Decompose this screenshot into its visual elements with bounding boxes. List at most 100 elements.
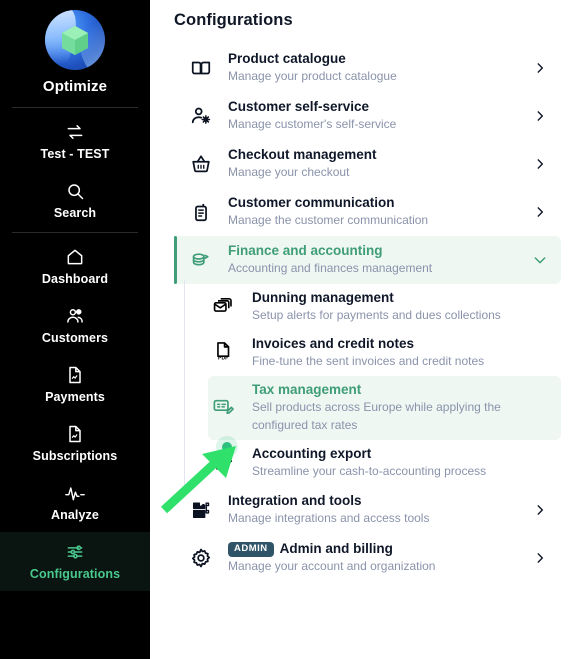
chevron-down-icon[interactable] xyxy=(529,252,551,268)
chevron-right-icon[interactable] xyxy=(529,61,551,75)
row-subtitle: Manage the customer communication xyxy=(228,213,429,227)
config-row-customer-communication[interactable]: Customer communication Manage the custom… xyxy=(174,188,561,236)
users-icon xyxy=(65,306,85,326)
chevron-right-icon[interactable] xyxy=(529,551,551,565)
sidebar-item-label: Analyze xyxy=(51,508,99,522)
row-subtitle: Manage your account and organization xyxy=(228,559,436,573)
config-row-finance-and-accounting[interactable]: Finance and accounting Accounting and fi… xyxy=(174,236,561,284)
user-gear-icon xyxy=(186,105,216,127)
coins-icon xyxy=(186,249,216,271)
row-title: Accounting export xyxy=(252,446,372,461)
config-row-product-catalogue[interactable]: Product catalogue Manage your product ca… xyxy=(174,44,561,92)
row-text: Dunning management Setup alerts for paym… xyxy=(242,290,551,324)
row-title: Integration and tools xyxy=(228,493,362,508)
row-subtitle: Manage customer's self-service xyxy=(228,117,397,131)
row-text: Accounting export Streamline your cash-t… xyxy=(242,446,551,480)
row-title: Customer communication xyxy=(228,195,395,210)
sidebar-item-label: Configurations xyxy=(29,567,121,581)
row-text: Integration and tools Manage integration… xyxy=(216,493,529,527)
basket-icon xyxy=(186,153,216,175)
finance-sub-list: Dunning management Setup alerts for paym… xyxy=(184,280,561,486)
config-subrow-tax-management[interactable]: Tax management Sell products across Euro… xyxy=(208,376,561,440)
sidebar-item-label: Payments xyxy=(45,390,105,404)
row-subtitle: Accounting and finances management xyxy=(228,261,433,275)
sidebar-divider-2 xyxy=(12,232,138,233)
row-subtitle: Setup alerts for payments and dues colle… xyxy=(252,308,501,322)
brand-name: Optimize xyxy=(42,78,108,95)
radio-icon xyxy=(186,201,216,223)
row-subtitle: Streamline your cash-to-accounting proce… xyxy=(252,464,487,478)
chevron-right-icon[interactable] xyxy=(529,503,551,517)
sidebar-item-label: Test - TEST xyxy=(40,147,110,161)
row-title: Tax management xyxy=(252,382,362,397)
sidebar-item-label: Subscriptions xyxy=(32,449,118,463)
pulse-icon xyxy=(64,483,86,503)
config-subrow-invoices-and-credit-notes[interactable]: PDF Invoices and credit notes Fine-tune … xyxy=(208,330,561,376)
chevron-right-icon[interactable] xyxy=(529,109,551,123)
config-subrow-accounting-export[interactable]: Accounting export Streamline your cash-t… xyxy=(208,440,561,486)
row-title: Invoices and credit notes xyxy=(252,336,415,351)
row-text: ADMIN Admin and billing Manage your acco… xyxy=(216,541,529,575)
sidebar-item-subscriptions[interactable]: Subscriptions xyxy=(0,414,150,473)
sidebar: Optimize Test - TEST Search Dashboard Cu… xyxy=(0,0,150,659)
home-icon xyxy=(65,247,85,267)
sidebar-item-label: Customers xyxy=(41,331,109,345)
app-root: Optimize Test - TEST Search Dashboard Cu… xyxy=(0,0,575,659)
sidebar-item-label: Search xyxy=(53,206,97,220)
config-row-customer-self-service[interactable]: Customer self-service Manage customer's … xyxy=(174,92,561,140)
row-text: Tax management Sell products across Euro… xyxy=(242,382,551,434)
sidebar-item-analyze[interactable]: Analyze xyxy=(0,473,150,532)
row-title-with-badge: ADMIN Admin and billing xyxy=(228,541,529,557)
configurations-list: Product catalogue Manage your product ca… xyxy=(174,44,561,582)
book-icon xyxy=(186,57,216,79)
chevron-right-icon[interactable] xyxy=(529,157,551,171)
row-text: Product catalogue Manage your product ca… xyxy=(216,51,529,85)
row-title: Finance and accounting xyxy=(228,243,383,258)
row-subtitle: Fine-tune the sent invoices and credit n… xyxy=(252,354,485,368)
row-subtitle: Manage your checkout xyxy=(228,165,350,179)
puzzle-icon xyxy=(186,499,216,521)
sidebar-item-search[interactable]: Search xyxy=(0,171,150,230)
sidebar-group-1: Test - TEST Search xyxy=(0,110,150,230)
row-title: Checkout management xyxy=(228,147,377,162)
document-chart-icon xyxy=(65,365,85,385)
row-text: Customer self-service Manage customer's … xyxy=(216,99,529,133)
config-subrow-dunning-management[interactable]: Dunning management Setup alerts for paym… xyxy=(208,284,561,330)
brand[interactable]: Optimize xyxy=(0,6,150,105)
sidebar-item-label: Dashboard xyxy=(41,272,109,286)
sidebar-item-dashboard[interactable]: Dashboard xyxy=(0,237,150,296)
row-subtitle: Manage integrations and access tools xyxy=(228,511,430,525)
config-row-checkout-management[interactable]: Checkout management Manage your checkout xyxy=(174,140,561,188)
sidebar-item-payments[interactable]: Payments xyxy=(0,355,150,414)
sidebar-divider-1 xyxy=(12,107,138,108)
export-arrow-icon xyxy=(212,450,242,477)
page-title: Configurations xyxy=(174,11,293,29)
optimize-logo-icon xyxy=(45,10,105,70)
chevron-right-icon[interactable] xyxy=(529,205,551,219)
config-row-integration-and-tools[interactable]: Integration and tools Manage integration… xyxy=(174,486,561,534)
mail-stack-icon xyxy=(212,294,242,321)
svg-text:PDF: PDF xyxy=(218,355,228,361)
row-title: Product catalogue xyxy=(228,51,346,66)
config-row-admin-and-billing[interactable]: ADMIN Admin and billing Manage your acco… xyxy=(174,534,561,582)
row-title: Customer self-service xyxy=(228,99,370,114)
row-text: Finance and accounting Accounting and fi… xyxy=(216,243,529,277)
row-title: Dunning management xyxy=(252,290,394,305)
switch-arrows-icon xyxy=(65,122,85,142)
sidebar-item-test[interactable]: Test - TEST xyxy=(0,112,150,171)
pdf-file-icon: PDF xyxy=(212,340,242,367)
sidebar-item-configurations[interactable]: Configurations xyxy=(0,532,150,591)
tax-receipt-edit-icon xyxy=(212,395,242,422)
sidebar-item-customers[interactable]: Customers xyxy=(0,296,150,355)
gear-icon xyxy=(186,547,216,569)
new-indicator-dot xyxy=(222,442,232,452)
search-icon xyxy=(65,181,85,201)
sliders-icon xyxy=(65,542,85,562)
row-subtitle: Manage your product catalogue xyxy=(228,69,397,83)
admin-badge: ADMIN xyxy=(228,541,274,557)
row-subtitle: Sell products across Europe while applyi… xyxy=(252,400,501,432)
sidebar-group-2: Dashboard Customers Payments Subscriptio… xyxy=(0,235,150,591)
row-text: Invoices and credit notes Fine-tune the … xyxy=(242,336,551,370)
cube-glyph xyxy=(62,25,88,55)
row-title: Admin and billing xyxy=(279,541,393,556)
